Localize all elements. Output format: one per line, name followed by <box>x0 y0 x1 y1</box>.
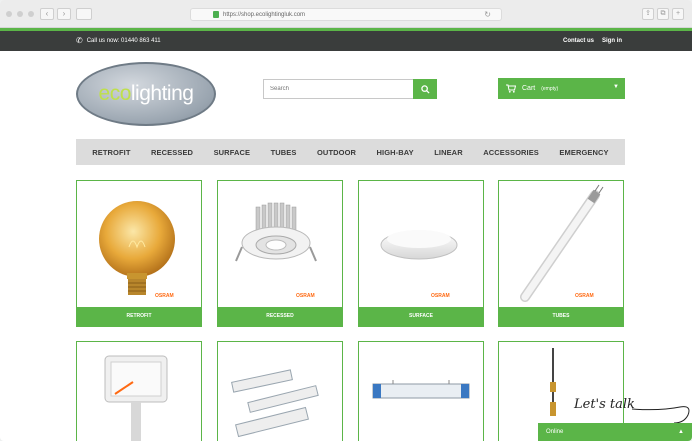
nav-item-recessed[interactable]: RECESSED <box>151 148 193 157</box>
product-card-high-bay[interactable] <box>217 341 343 441</box>
new-tab-icon[interactable]: + <box>672 8 684 20</box>
product-card-retrofit[interactable]: OSRAM RETROFIT <box>76 180 202 327</box>
cart-status: (empty) <box>541 85 559 92</box>
history-buttons: ‹ › <box>40 8 71 20</box>
phone-text: Call us now: 01440 863 411 <box>86 38 161 44</box>
search-icon <box>420 84 430 94</box>
nav-item-retrofit[interactable]: RETROFIT <box>92 148 130 157</box>
nav-item-accessories[interactable]: ACCESSORIES <box>483 148 539 157</box>
nav-item-linear[interactable]: LINEAR <box>434 148 463 157</box>
ecolighting-logo[interactable]: ecolighting <box>76 62 216 126</box>
nav-item-surface[interactable]: SURFACE <box>214 148 251 157</box>
sidebar-toggle-button[interactable] <box>76 8 92 20</box>
top-links: Contact us Sign in <box>563 36 622 46</box>
logo-eco-text: eco <box>98 82 132 105</box>
floodlight-image <box>104 355 168 441</box>
category-nav: RETROFIT RECESSED SURFACE TUBES OUTDOOR … <box>76 139 625 165</box>
linear-fitting-image <box>372 380 470 399</box>
product-card-linear[interactable] <box>358 341 484 441</box>
search-form <box>263 79 437 99</box>
product-card-tubes[interactable]: OSRAM TUBES <box>498 180 624 327</box>
product-label: RECESSED <box>218 307 342 326</box>
zoom-window-button[interactable] <box>28 11 34 17</box>
logo-lighting-text: lighting <box>130 82 194 105</box>
address-url[interactable]: https://shop.ecolightingluk.com <box>223 10 305 20</box>
product-card-outdoor[interactable] <box>76 341 202 441</box>
live-chat-bar[interactable]: Online ▲ <box>538 423 692 441</box>
sign-in-link[interactable]: Sign in <box>602 36 622 46</box>
browser-actions: ⇪ ⧉ + <box>642 8 684 20</box>
product-label: SURFACE <box>359 307 483 326</box>
tabs-icon[interactable]: ⧉ <box>657 8 669 20</box>
batten-image <box>231 369 319 438</box>
forward-icon[interactable]: › <box>57 8 71 20</box>
led-tube-image <box>520 184 604 302</box>
nav-item-outdoor[interactable]: OUTDOOR <box>317 148 356 157</box>
osram-logo: OSRAM <box>296 293 315 299</box>
product-label: RETROFIT <box>77 307 201 326</box>
browser-toolbar: ‹ › https://shop.ecolightingluk.com ↻ ⇪ … <box>0 0 692 28</box>
search-button[interactable] <box>413 79 437 99</box>
contact-us-link[interactable]: Contact us <box>563 36 594 46</box>
osram-logo: OSRAM <box>431 293 450 299</box>
osram-logo: OSRAM <box>155 293 174 299</box>
product-card-surface[interactable]: OSRAM SURFACE <box>358 180 484 327</box>
nav-item-emergency[interactable]: EMERGENCY <box>559 148 608 157</box>
share-icon[interactable]: ⇪ <box>642 8 654 20</box>
chat-status: Online <box>546 429 564 435</box>
chevron-down-icon: ▼ <box>613 84 619 90</box>
search-input[interactable] <box>263 79 413 99</box>
reload-icon[interactable]: ↻ <box>484 9 491 20</box>
logo-wordmark: ecolighting <box>99 82 194 106</box>
downlight-image <box>235 202 317 262</box>
chevron-up-icon[interactable]: ▲ <box>678 423 684 441</box>
cart-button[interactable]: Cart (empty) ▼ <box>498 78 625 99</box>
ceiling-light-image <box>380 230 458 260</box>
nav-item-high-bay[interactable]: HIGH-BAY <box>377 148 414 157</box>
product-label: TUBES <box>499 307 623 326</box>
secure-lock-icon <box>213 11 219 18</box>
window-controls[interactable] <box>6 11 34 17</box>
top-info-bar: ✆ Call us now: 01440 863 411 Contact us … <box>0 31 692 51</box>
address-bar[interactable]: https://shop.ecolightingluk.com ↻ <box>190 8 502 21</box>
chat-tagline: Let's talk <box>574 397 635 412</box>
globe-bulb-image <box>99 201 175 295</box>
osram-logo: OSRAM <box>575 293 594 299</box>
browser-window: ‹ › https://shop.ecolightingluk.com ↻ ⇪ … <box>0 0 692 441</box>
back-icon[interactable]: ‹ <box>40 8 54 20</box>
minimize-window-button[interactable] <box>17 11 23 17</box>
close-window-button[interactable] <box>6 11 12 17</box>
nav-item-tubes[interactable]: TUBES <box>271 148 297 157</box>
phone-icon: ✆ <box>76 36 83 45</box>
phone-contact: ✆ Call us now: 01440 863 411 <box>76 36 161 46</box>
cart-label: Cart <box>522 85 536 92</box>
product-card-recessed[interactable]: OSRAM RECESSED <box>217 180 343 327</box>
cart-icon <box>506 84 516 93</box>
